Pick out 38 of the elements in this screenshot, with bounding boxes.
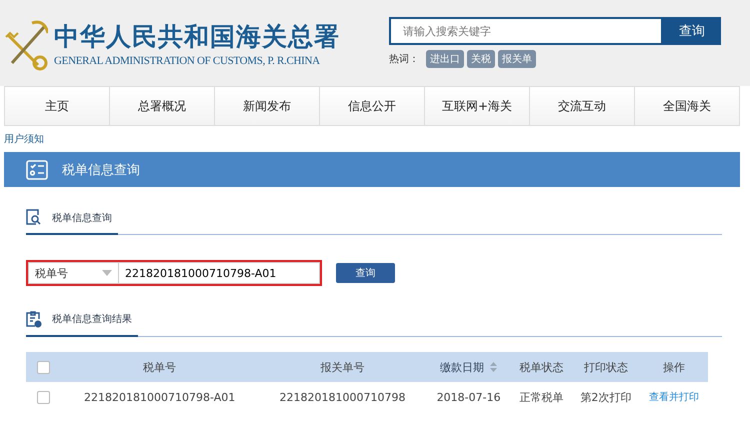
- nav-item[interactable]: 交流互动: [529, 87, 634, 125]
- breadcrumb-link[interactable]: 用户须知: [4, 132, 44, 146]
- site-subtitle: GENERAL ADMINISTRATION OF CUSTOMS, P. R.CHINA: [54, 54, 321, 66]
- table-cell: 正常税单: [519, 390, 564, 404]
- column-header: 税单号: [143, 360, 176, 374]
- select-all-checkbox[interactable]: [36, 360, 50, 374]
- sort-icon[interactable]: [490, 362, 498, 372]
- document-search-icon: [26, 209, 42, 226]
- query-type-select[interactable]: 税单号: [28, 262, 119, 284]
- query-input[interactable]: 221820181000710798-A01: [119, 262, 320, 284]
- results-tab[interactable]: 税单信息查询结果: [26, 310, 138, 337]
- caret-icon: [102, 270, 112, 276]
- table-cell: 第2次打印: [580, 390, 632, 404]
- column-header: 缴款日期: [440, 360, 484, 374]
- site-title: 中华人民共和国海关总署: [54, 20, 340, 52]
- nav-item[interactable]: 信息公开: [319, 87, 424, 125]
- column-header: 操作: [663, 360, 686, 374]
- column-header: 打印状态: [584, 360, 628, 374]
- checklist-icon: [26, 160, 48, 180]
- view-and-print-link[interactable]: 查看并打印: [649, 392, 700, 403]
- query-button[interactable]: 查询: [336, 263, 395, 283]
- nav-item[interactable]: 总署概况: [109, 87, 214, 125]
- table-cell: 221820181000710798: [280, 390, 406, 404]
- row-checkbox[interactable]: [36, 390, 50, 404]
- nav-item[interactable]: 新闻发布: [214, 87, 319, 125]
- search-button[interactable]: 查询: [663, 17, 721, 45]
- search-field[interactable]: 请输入搜索关键字: [389, 17, 663, 45]
- column-header: 报关单号: [320, 360, 365, 374]
- table-cell: 221820181000710798-A01: [84, 390, 236, 404]
- nav-item[interactable]: 全国海关: [634, 87, 739, 125]
- clipboard-check-icon: [26, 310, 42, 328]
- column-header: 税单状态: [519, 360, 564, 374]
- banner-title: 税单信息查询: [62, 162, 140, 178]
- nav-item[interactable]: 主页: [5, 87, 109, 125]
- hot-words-label: 热词：: [389, 53, 419, 66]
- table-cell: 2018-07-16: [436, 390, 501, 404]
- nav-item[interactable]: 互联网+海关: [424, 87, 529, 125]
- query-tab[interactable]: 税单信息查询: [26, 209, 118, 235]
